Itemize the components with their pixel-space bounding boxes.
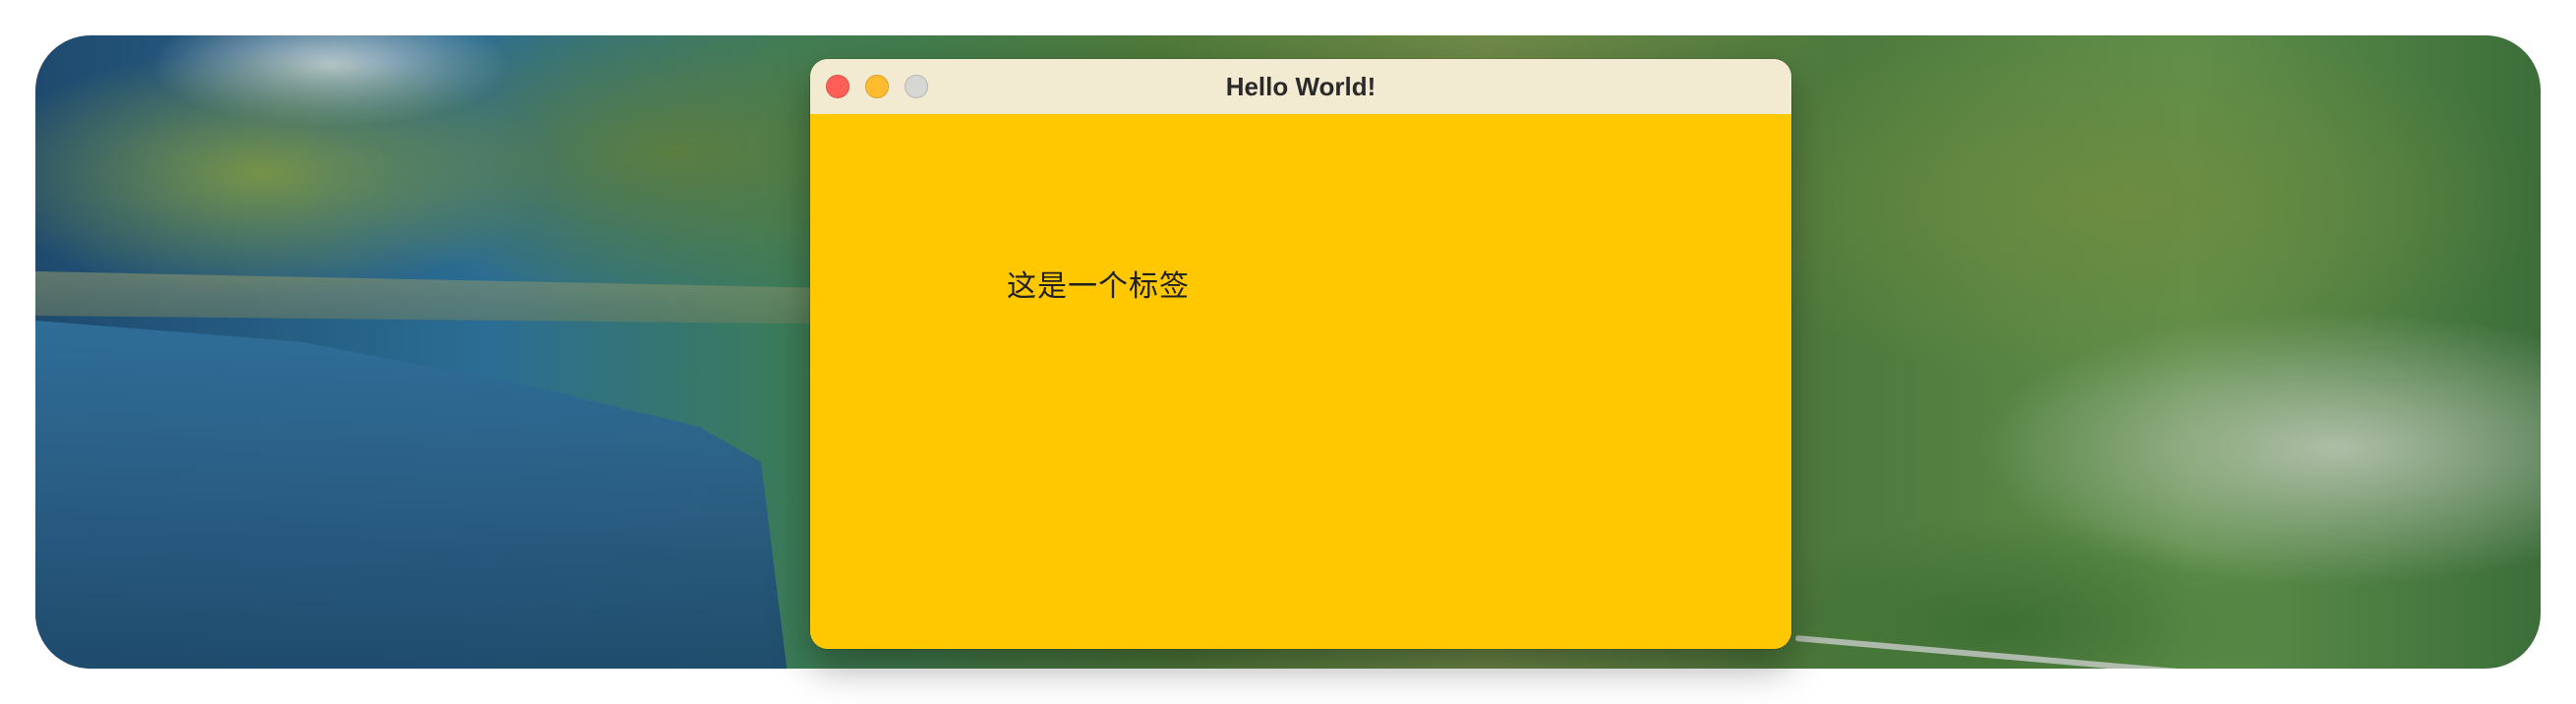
- window-titlebar[interactable]: Hello World!: [810, 59, 1791, 115]
- content-label: 这是一个标签: [1007, 269, 1190, 304]
- window-content: 这是一个标签: [810, 114, 1791, 649]
- window-title: Hello World!: [1225, 72, 1376, 101]
- app-window[interactable]: Hello World! 这是一个标签: [810, 59, 1791, 649]
